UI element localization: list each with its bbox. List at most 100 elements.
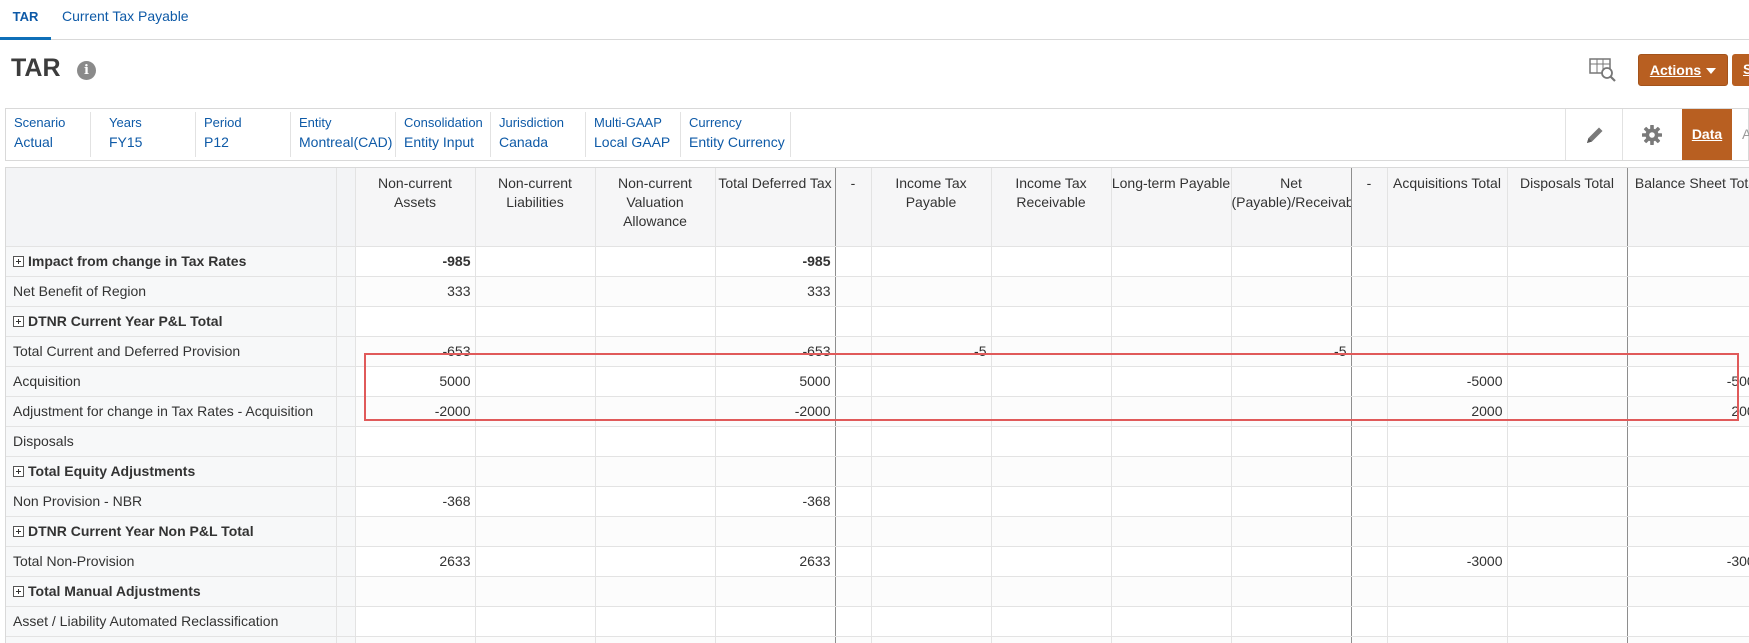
data-cell[interactable] bbox=[991, 546, 1112, 577]
data-cell[interactable] bbox=[475, 246, 596, 277]
data-cell[interactable] bbox=[991, 306, 1112, 337]
data-cell[interactable] bbox=[1387, 426, 1508, 457]
data-cell[interactable] bbox=[1231, 456, 1352, 487]
data-cell[interactable] bbox=[475, 306, 596, 337]
column-header[interactable]: Long-term Payable bbox=[1111, 168, 1232, 247]
data-cell[interactable] bbox=[1387, 246, 1508, 277]
data-cell[interactable] bbox=[1387, 336, 1508, 367]
data-cell[interactable] bbox=[475, 276, 596, 307]
pov-member-value[interactable]: Montreal(CAD) bbox=[299, 132, 395, 152]
actions-button[interactable]: Actions bbox=[1638, 54, 1728, 86]
data-cell[interactable] bbox=[1351, 276, 1388, 307]
data-cell[interactable] bbox=[871, 306, 992, 337]
data-cell[interactable] bbox=[991, 336, 1112, 367]
row-label[interactable]: Net Benefit of Region bbox=[6, 276, 337, 307]
data-cell[interactable]: -368 bbox=[355, 486, 476, 517]
data-cell[interactable] bbox=[355, 606, 476, 637]
data-cell[interactable] bbox=[1111, 336, 1232, 367]
data-cell[interactable] bbox=[1111, 456, 1232, 487]
data-cell[interactable] bbox=[1627, 336, 1749, 367]
save-button-partial[interactable]: S bbox=[1732, 54, 1749, 86]
info-icon[interactable]: i bbox=[77, 61, 96, 80]
data-cell[interactable] bbox=[1507, 576, 1628, 607]
data-cell[interactable] bbox=[595, 246, 716, 277]
data-cell[interactable] bbox=[595, 426, 716, 457]
data-cell[interactable] bbox=[475, 336, 596, 367]
column-header[interactable]: Balance Sheet Total bbox=[1627, 168, 1749, 247]
data-cell[interactable] bbox=[1111, 546, 1232, 577]
data-cell[interactable] bbox=[1351, 366, 1388, 397]
column-header[interactable]: - bbox=[1351, 168, 1388, 247]
data-cell[interactable] bbox=[1507, 246, 1628, 277]
data-cell[interactable] bbox=[871, 606, 992, 637]
settings-button[interactable] bbox=[1622, 109, 1679, 160]
data-cell[interactable] bbox=[475, 456, 596, 487]
data-cell[interactable] bbox=[715, 456, 836, 487]
data-cell[interactable] bbox=[1351, 516, 1388, 547]
column-header[interactable]: Disposals Total bbox=[1507, 168, 1628, 247]
row-label[interactable]: DTNR Current Year P&L Total bbox=[6, 306, 337, 337]
data-cell[interactable] bbox=[871, 276, 992, 307]
row-label[interactable]: Total Non-Provision bbox=[6, 546, 337, 577]
data-cell[interactable] bbox=[1387, 276, 1508, 307]
data-cell[interactable] bbox=[1507, 426, 1628, 457]
data-cell[interactable]: -653 bbox=[715, 336, 836, 367]
row-label[interactable]: DTNR Current Year Non P&L Total bbox=[6, 516, 337, 547]
data-cell[interactable] bbox=[1351, 546, 1388, 577]
data-cell[interactable] bbox=[871, 396, 992, 427]
data-cell[interactable] bbox=[1351, 576, 1388, 607]
edit-button[interactable] bbox=[1565, 109, 1622, 160]
data-cell[interactable]: 2633 bbox=[715, 546, 836, 577]
data-cell[interactable]: 5000 bbox=[715, 366, 836, 397]
data-cell[interactable] bbox=[835, 606, 872, 637]
data-cell[interactable] bbox=[1351, 486, 1388, 517]
data-cell[interactable] bbox=[595, 306, 716, 337]
data-cell[interactable] bbox=[1231, 426, 1352, 457]
data-cell[interactable] bbox=[1111, 486, 1232, 517]
data-cell[interactable] bbox=[595, 366, 716, 397]
data-cell[interactable] bbox=[1351, 456, 1388, 487]
column-header[interactable]: Acquisitions Total bbox=[1387, 168, 1508, 247]
data-cell[interactable] bbox=[595, 276, 716, 307]
data-cell[interactable]: 2000 bbox=[1387, 396, 1508, 427]
data-cell[interactable] bbox=[835, 516, 872, 547]
data-cell[interactable] bbox=[1627, 246, 1749, 277]
data-cell[interactable] bbox=[1111, 516, 1232, 547]
data-cell[interactable]: -653 bbox=[355, 336, 476, 367]
partial-tab-label[interactable]: A bbox=[1742, 109, 1749, 160]
data-cell[interactable] bbox=[1387, 606, 1508, 637]
data-cell[interactable] bbox=[1351, 426, 1388, 457]
data-cell[interactable] bbox=[715, 576, 836, 607]
data-cell[interactable] bbox=[1507, 366, 1628, 397]
data-cell[interactable] bbox=[595, 576, 716, 607]
data-cell[interactable] bbox=[1627, 276, 1749, 307]
data-cell[interactable]: -2000 bbox=[715, 396, 836, 427]
data-cell[interactable] bbox=[1507, 516, 1628, 547]
row-label[interactable]: Non Provision - NBR bbox=[6, 486, 337, 517]
data-cell[interactable] bbox=[475, 486, 596, 517]
data-cell[interactable] bbox=[355, 636, 476, 643]
data-cell[interactable] bbox=[1627, 516, 1749, 547]
data-cell[interactable] bbox=[835, 636, 872, 643]
data-cell[interactable]: 333 bbox=[355, 276, 476, 307]
data-cell[interactable] bbox=[871, 426, 992, 457]
data-cell[interactable] bbox=[1627, 306, 1749, 337]
data-cell[interactable] bbox=[475, 516, 596, 547]
pov-member-value[interactable]: Local GAAP bbox=[594, 132, 680, 152]
pov-years[interactable]: Years FY15 bbox=[101, 112, 196, 157]
data-cell[interactable] bbox=[475, 396, 596, 427]
plus-box-icon[interactable] bbox=[13, 526, 24, 537]
row-label[interactable]: Total Manual Adjustments bbox=[6, 576, 337, 607]
data-cell[interactable] bbox=[475, 426, 596, 457]
pov-entity[interactable]: Entity Montreal(CAD) bbox=[291, 112, 396, 157]
data-cell[interactable] bbox=[355, 306, 476, 337]
data-cell[interactable]: -368 bbox=[715, 486, 836, 517]
data-cell[interactable] bbox=[871, 516, 992, 547]
data-cell[interactable] bbox=[991, 576, 1112, 607]
data-cell[interactable] bbox=[1111, 276, 1232, 307]
data-cell[interactable] bbox=[355, 516, 476, 547]
plus-box-icon[interactable] bbox=[13, 586, 24, 597]
data-cell[interactable] bbox=[1231, 276, 1352, 307]
data-cell[interactable] bbox=[475, 546, 596, 577]
data-cell[interactable]: -3000 bbox=[1627, 546, 1749, 577]
